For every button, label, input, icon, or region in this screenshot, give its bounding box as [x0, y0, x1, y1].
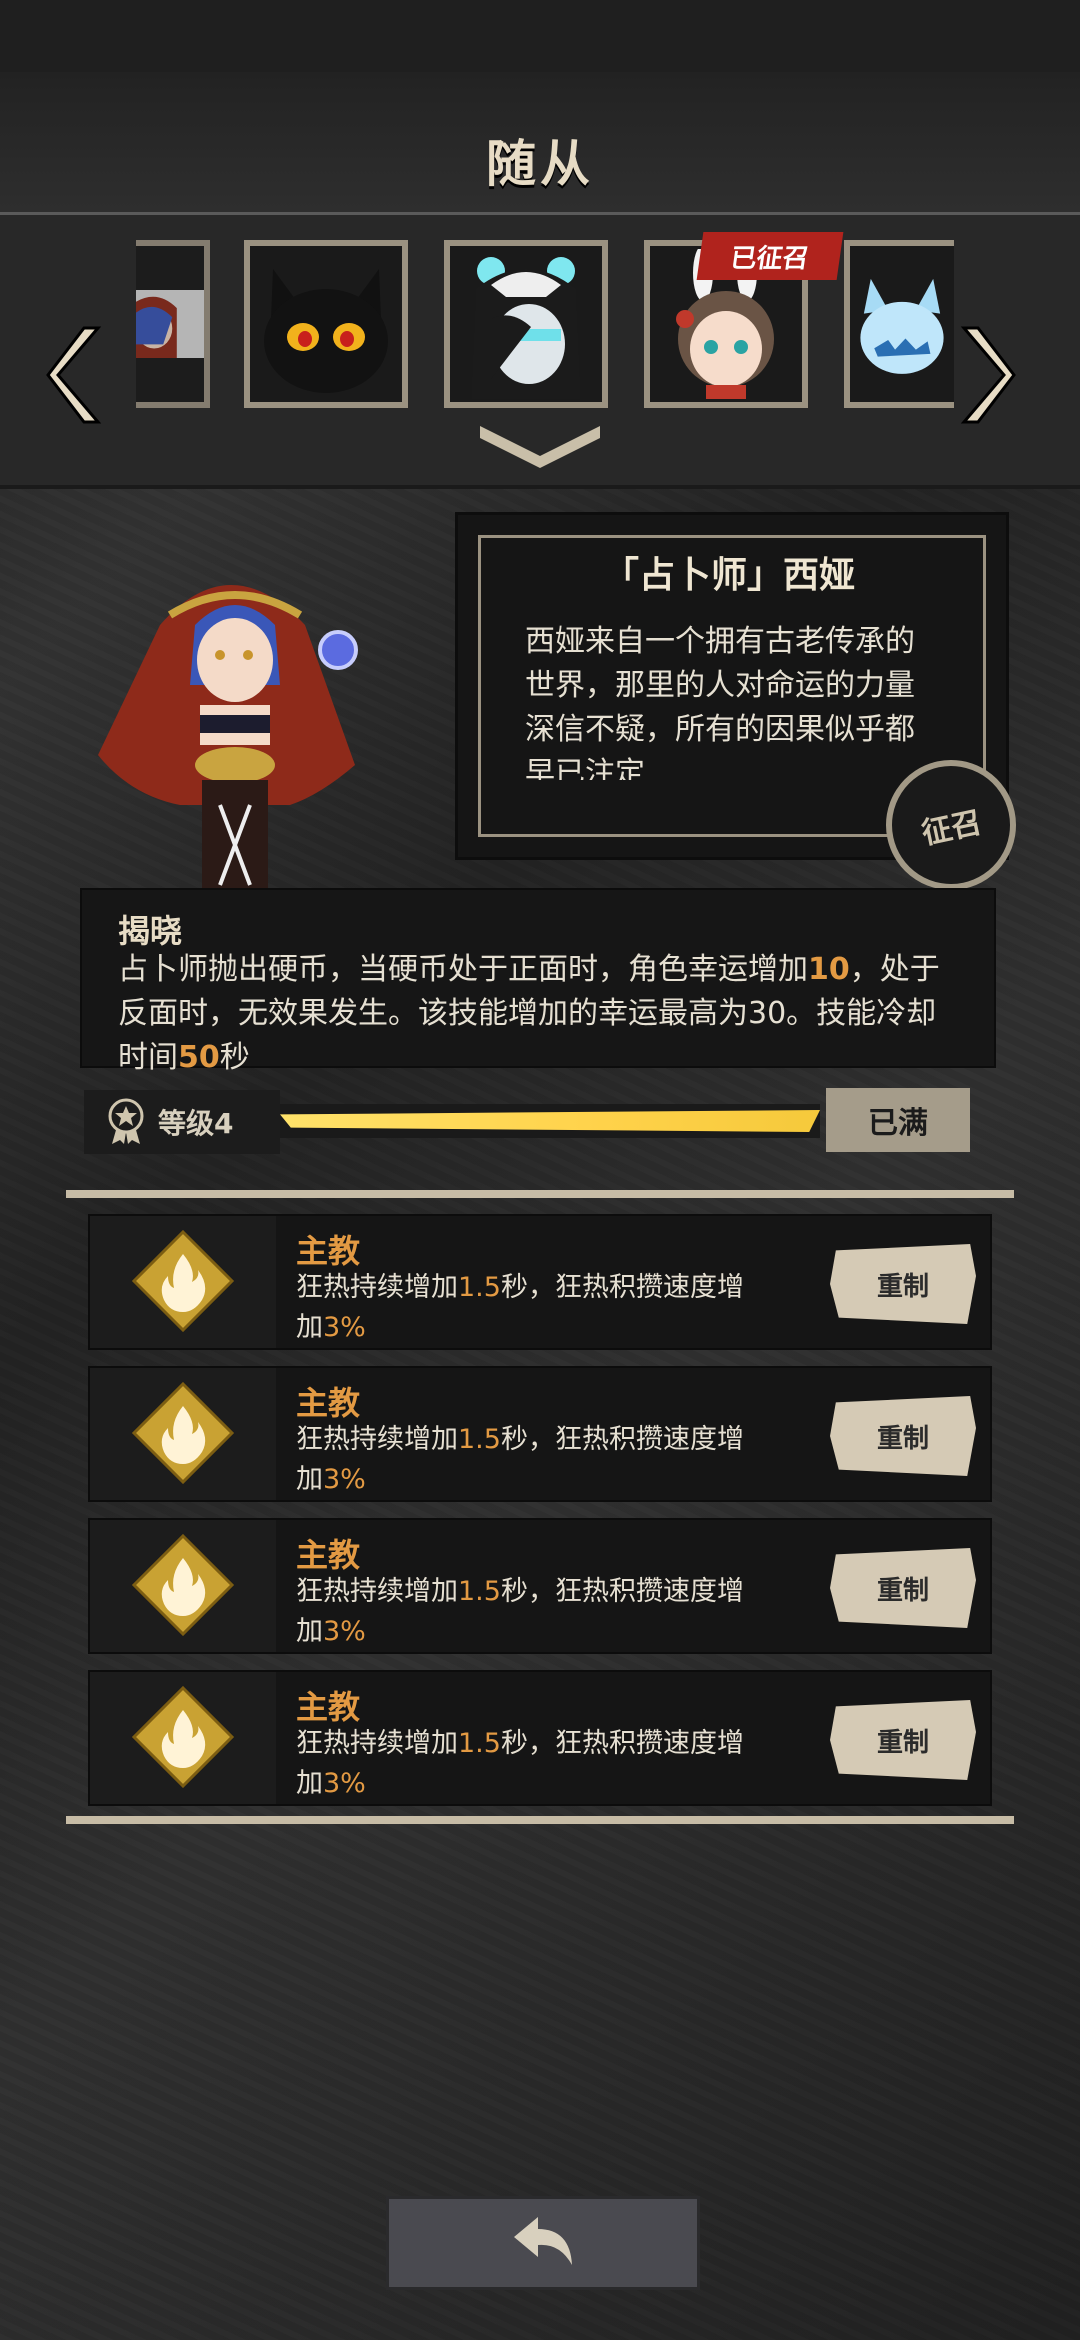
- flame-icon: [132, 1230, 234, 1332]
- companion-portrait-black-cat[interactable]: [244, 240, 408, 408]
- trait-description: 狂热持续增加1.5秒，狂热积攒速度增加3%: [296, 1572, 766, 1652]
- trait-name: 主教: [296, 1384, 361, 1422]
- level-bar: 等级4 已满: [80, 1082, 980, 1158]
- skill-title: 揭晓: [118, 912, 183, 950]
- trait-row: 主教 狂热持续增加1.5秒，狂热积攒速度增加3% 重制: [88, 1670, 992, 1806]
- trait-duration-value: 1.5: [458, 1424, 501, 1455]
- companion-portrait-seer[interactable]: [136, 240, 210, 408]
- chevron-down-icon[interactable]: [476, 420, 604, 470]
- trait-description: 狂热持续增加1.5秒，狂热积攒速度增加3%: [296, 1724, 766, 1804]
- chevron-left-icon: [46, 326, 102, 424]
- reroll-button[interactable]: 重制: [830, 1700, 976, 1780]
- star-medal-icon: [108, 1098, 144, 1144]
- trait-name: 主教: [296, 1688, 361, 1726]
- status-bar: [0, 0, 1080, 72]
- trait-row: 主教 狂热持续增加1.5秒，狂热积攒速度增加3% 重制: [88, 1518, 992, 1654]
- page-title: 随从: [486, 135, 594, 193]
- character-name: 「占卜师」西娅: [602, 555, 855, 596]
- trait-icon-box: [90, 1368, 276, 1500]
- trait-duration-value: 1.5: [458, 1728, 501, 1759]
- trait-name: 主教: [296, 1232, 361, 1270]
- character-description[interactable]: 西娅来自一个拥有古老传承的世界，那里的人对命运的力量深信不疑，所有的因果似乎都早…: [525, 620, 925, 780]
- flame-icon: [132, 1534, 234, 1636]
- trait-duration-value: 1.5: [458, 1272, 501, 1303]
- trait-description: 狂热持续增加1.5秒，狂热积攒速度增加3%: [296, 1420, 766, 1500]
- maid-ghost-icon: [471, 257, 581, 399]
- ice-fox-icon: [860, 278, 944, 374]
- divider-top: [66, 1190, 1014, 1198]
- trait-row: 主教 狂热持续增加1.5秒，狂热积攒速度增加3% 重制: [88, 1366, 992, 1502]
- companion-portrait-ice-fox[interactable]: [844, 240, 954, 408]
- flame-icon: [132, 1382, 234, 1484]
- skill-desc-text: 占卜师抛出硬币，当硬币处于正面时，角色幸运增加: [118, 952, 808, 987]
- flame-icon: [132, 1686, 234, 1788]
- recruit-label: 征召: [918, 805, 985, 852]
- recruited-badge: 已征召: [696, 232, 844, 280]
- trait-desc-text: 狂热持续增加: [296, 1576, 458, 1607]
- trait-icon-box: [90, 1672, 276, 1804]
- reroll-button[interactable]: 重制: [830, 1396, 976, 1476]
- trait-icon-box: [90, 1216, 276, 1348]
- carousel-prev-button[interactable]: [46, 320, 106, 430]
- skill-desc-text: 秒: [219, 1040, 250, 1075]
- trait-desc-text: 狂热持续增加: [296, 1728, 458, 1759]
- trait-name: 主教: [296, 1536, 361, 1574]
- chevron-right-icon: [960, 326, 1016, 424]
- reroll-button[interactable]: 重制: [830, 1548, 976, 1628]
- level-max-button[interactable]: 已满: [826, 1088, 970, 1152]
- reroll-button[interactable]: 重制: [830, 1244, 976, 1324]
- trait-duration-value: 1.5: [458, 1576, 501, 1607]
- trait-desc-text: 狂热持续增加: [296, 1424, 458, 1455]
- trait-row: 主教 狂热持续增加1.5秒，狂热积攒速度增加3% 重制: [88, 1214, 992, 1350]
- carousel-next-button[interactable]: [956, 320, 1016, 430]
- trait-speed-value: 3%: [323, 1768, 366, 1799]
- skill-description: 占卜师抛出硬币，当硬币处于正面时，角色幸运增加10，处于反面时，无效果发生。该技…: [118, 948, 958, 1080]
- trait-speed-value: 3%: [323, 1464, 366, 1495]
- seer-character-art: [98, 585, 358, 890]
- seer-portrait-icon: [136, 290, 204, 358]
- divider-bottom: [66, 1816, 1014, 1824]
- trait-desc-text: 狂热持续增加: [296, 1272, 458, 1303]
- back-arrow-icon: [514, 2217, 572, 2265]
- black-cat-icon: [264, 269, 388, 393]
- level-badge: 等级4: [84, 1090, 280, 1154]
- trait-icon-box: [90, 1520, 276, 1652]
- back-button[interactable]: [386, 2196, 700, 2290]
- skill-luck-value: 10: [808, 952, 850, 987]
- trait-speed-value: 3%: [323, 1312, 366, 1343]
- level-label: 等级4: [158, 1107, 234, 1140]
- trait-description: 狂热持续增加1.5秒，狂热积攒速度增加3%: [296, 1268, 766, 1348]
- trait-speed-value: 3%: [323, 1616, 366, 1647]
- companion-portrait-maid-ghost[interactable]: [444, 240, 608, 408]
- skill-cooldown-value: 50: [178, 1040, 220, 1075]
